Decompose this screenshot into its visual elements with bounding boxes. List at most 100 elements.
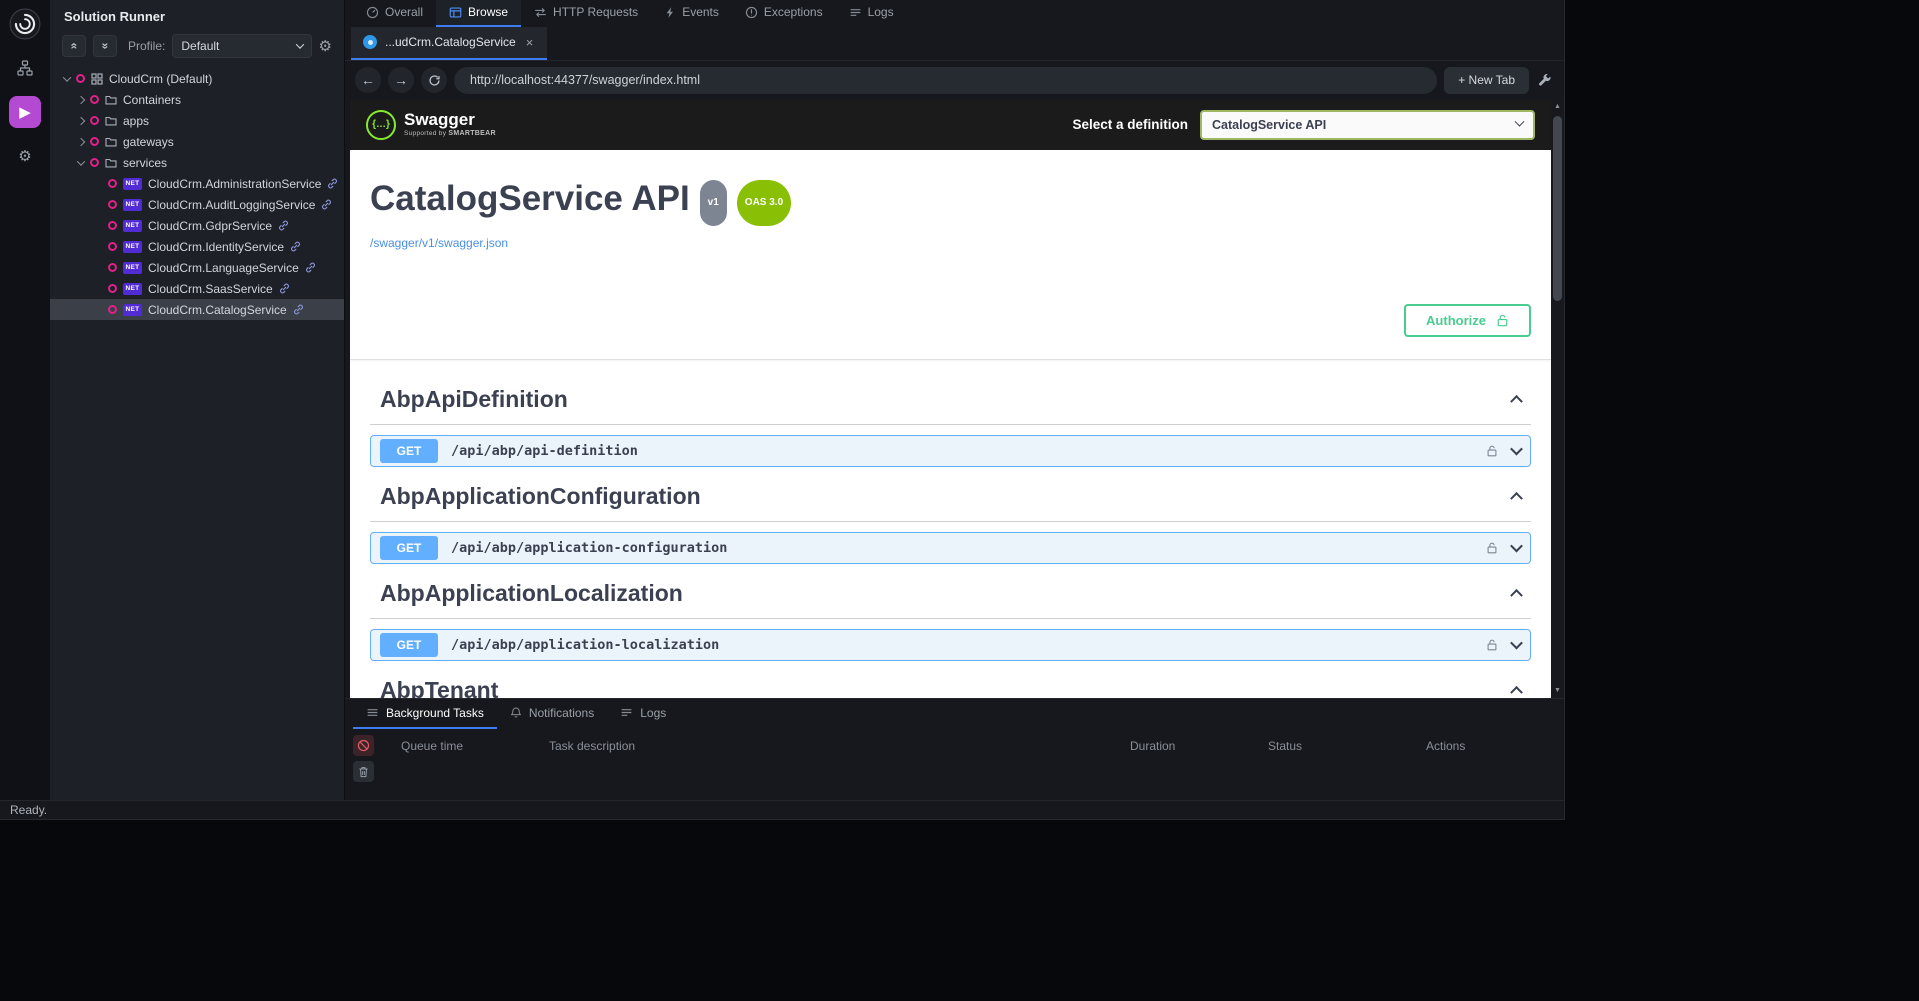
tree-item-auditlogging-service[interactable]: NET CloudCrm.AuditLoggingService	[50, 194, 344, 215]
tree-item-services[interactable]: services	[50, 152, 344, 173]
abp-logo-icon[interactable]	[9, 8, 41, 40]
browser-tab[interactable]: ...udCrm.CatalogService ×	[351, 27, 547, 60]
http-arrows-icon	[534, 6, 547, 19]
refresh-button[interactable]	[421, 67, 447, 93]
tree-item-gateways[interactable]: gateways	[50, 131, 344, 152]
tag-section-header[interactable]: AbpApiDefinition	[370, 372, 1531, 425]
dotnet-badge: NET	[123, 283, 142, 295]
chevron-up-icon[interactable]	[1510, 395, 1523, 408]
tree-item-identity-service[interactable]: NET CloudCrm.IdentityService	[50, 236, 344, 257]
definition-select-value: CatalogService API	[1212, 118, 1326, 132]
tag-section-abptenant: AbpTenant	[370, 663, 1531, 698]
tree-item-catalog-service[interactable]: NET CloudCrm.CatalogService	[50, 299, 344, 320]
profile-select[interactable]: Default	[172, 34, 311, 58]
url-input[interactable]	[454, 67, 1437, 94]
tab-notifications[interactable]: Notifications	[497, 699, 607, 729]
tab-logs[interactable]: Logs	[836, 0, 907, 27]
solution-grid-icon	[91, 73, 103, 85]
chevron-right-icon[interactable]	[77, 137, 85, 145]
tab-exceptions[interactable]: Exceptions	[732, 0, 836, 27]
tag-section-header[interactable]: AbpApplicationConfiguration	[370, 469, 1531, 522]
tree-item-apps[interactable]: apps	[50, 110, 344, 131]
tree-item-language-service[interactable]: NET CloudCrm.LanguageService	[50, 257, 344, 278]
collapse-all-button[interactable]: «	[62, 35, 86, 57]
tree-item-containers[interactable]: Containers	[50, 89, 344, 110]
tab-events[interactable]: Events	[651, 0, 732, 27]
chevron-right-icon[interactable]	[77, 116, 85, 124]
swagger-page: {…} Swagger Supported by SMARTBEAR Selec…	[350, 100, 1551, 698]
solution-runner-panel: Solution Runner « » Profile: Default ⚙	[50, 0, 345, 800]
tag-name: AbpApplicationConfiguration	[380, 481, 701, 511]
tree-item-saas-service[interactable]: NET CloudCrm.SaasService	[50, 278, 344, 299]
lock-icon[interactable]	[1486, 638, 1498, 652]
exclamation-circle-icon	[745, 6, 758, 19]
new-tab-button[interactable]: + New Tab	[1444, 67, 1529, 94]
link-icon	[278, 220, 289, 231]
clear-tasks-button[interactable]	[353, 761, 374, 782]
definition-select-label: Select a definition	[1072, 117, 1188, 132]
trash-icon	[358, 766, 369, 778]
chevron-up-icon[interactable]	[1510, 686, 1523, 698]
tree-item-label: CloudCrm.SaasService	[148, 282, 273, 296]
forward-button[interactable]: →	[388, 67, 414, 93]
tab-http-requests[interactable]: HTTP Requests	[521, 0, 651, 27]
expand-all-button[interactable]: »	[93, 35, 117, 57]
method-badge: GET	[380, 439, 438, 463]
chevron-right-icon[interactable]	[77, 95, 85, 103]
main-tab-bar: Overall Browse HTTP Requests Events	[345, 0, 1564, 27]
scrollbar-thumb[interactable]	[1553, 116, 1562, 301]
tag-name: AbpTenant	[380, 675, 498, 698]
chevron-down-icon[interactable]	[1510, 637, 1523, 650]
scroll-down-icon[interactable]: ▼	[1554, 686, 1561, 696]
status-ring-icon	[90, 137, 99, 146]
tag-section-header[interactable]: AbpTenant	[370, 663, 1531, 698]
dotnet-badge: NET	[123, 262, 142, 274]
chevron-down-icon[interactable]	[1510, 443, 1523, 456]
column-header-queue-time: Queue time	[401, 739, 541, 753]
lock-icon[interactable]	[1486, 541, 1498, 555]
cancel-all-tasks-button[interactable]	[353, 735, 374, 756]
settings-icon[interactable]: ⚙	[9, 140, 41, 172]
tree-item-gdpr-service[interactable]: NET CloudCrm.GdprService	[50, 215, 344, 236]
solution-explorer-icon[interactable]	[9, 52, 41, 84]
definition-select[interactable]: CatalogService API	[1200, 110, 1535, 140]
tree-item-administration-service[interactable]: NET CloudCrm.AdministrationService	[50, 173, 344, 194]
dotnet-badge: NET	[123, 304, 142, 316]
spec-link[interactable]: /swagger/v1/swagger.json	[370, 236, 508, 250]
lock-icon[interactable]	[1486, 444, 1498, 458]
tree-item-solution-root[interactable]: CloudCrm (Default)	[50, 68, 344, 89]
column-header-task-description: Task description	[549, 739, 1122, 753]
tree-item-label: CloudCrm.GdprService	[148, 219, 272, 233]
tree-item-label: CloudCrm.LanguageService	[148, 261, 299, 275]
chevron-up-icon[interactable]	[1510, 589, 1523, 602]
unlock-icon	[1496, 313, 1509, 328]
operation-get-application-configuration[interactable]: GET /api/abp/application-configuration	[370, 532, 1531, 564]
operation-get-application-localization[interactable]: GET /api/abp/application-localization	[370, 629, 1531, 661]
main-area: Overall Browse HTTP Requests Events	[345, 0, 1564, 800]
scrollbar[interactable]: ▲ ▼	[1551, 100, 1564, 698]
status-ring-icon	[90, 95, 99, 104]
chevron-down-icon[interactable]	[1510, 540, 1523, 553]
tab-background-tasks[interactable]: Background Tasks	[353, 699, 497, 729]
chevron-down-icon[interactable]	[77, 157, 85, 165]
authorize-button[interactable]: Authorize	[1404, 304, 1531, 337]
runner-settings-button[interactable]: ⚙	[319, 37, 332, 55]
lines-icon	[620, 706, 633, 719]
tab-bottom-logs[interactable]: Logs	[607, 699, 679, 729]
scheme-container: Authorize	[350, 292, 1551, 360]
method-badge: GET	[380, 536, 438, 560]
operation-get-api-definition[interactable]: GET /api/abp/api-definition	[370, 435, 1531, 467]
scroll-up-icon[interactable]: ▲	[1554, 102, 1561, 112]
abp-studio-window: ▶ ⚙ Solution Runner « » Profile: Default	[0, 0, 1565, 820]
close-tab-icon[interactable]: ×	[524, 35, 536, 50]
chevron-down-icon[interactable]	[63, 73, 71, 81]
dotnet-badge: NET	[123, 199, 142, 211]
tab-overall[interactable]: Overall	[353, 0, 436, 27]
double-chevron-up-icon: «	[67, 43, 81, 50]
devtools-wrench-icon[interactable]	[1538, 73, 1552, 87]
chevron-up-icon[interactable]	[1510, 492, 1523, 505]
solution-runner-icon[interactable]: ▶	[9, 96, 41, 128]
tag-section-header[interactable]: AbpApplicationLocalization	[370, 566, 1531, 619]
back-button[interactable]: ←	[355, 67, 381, 93]
tab-browse[interactable]: Browse	[436, 0, 521, 27]
